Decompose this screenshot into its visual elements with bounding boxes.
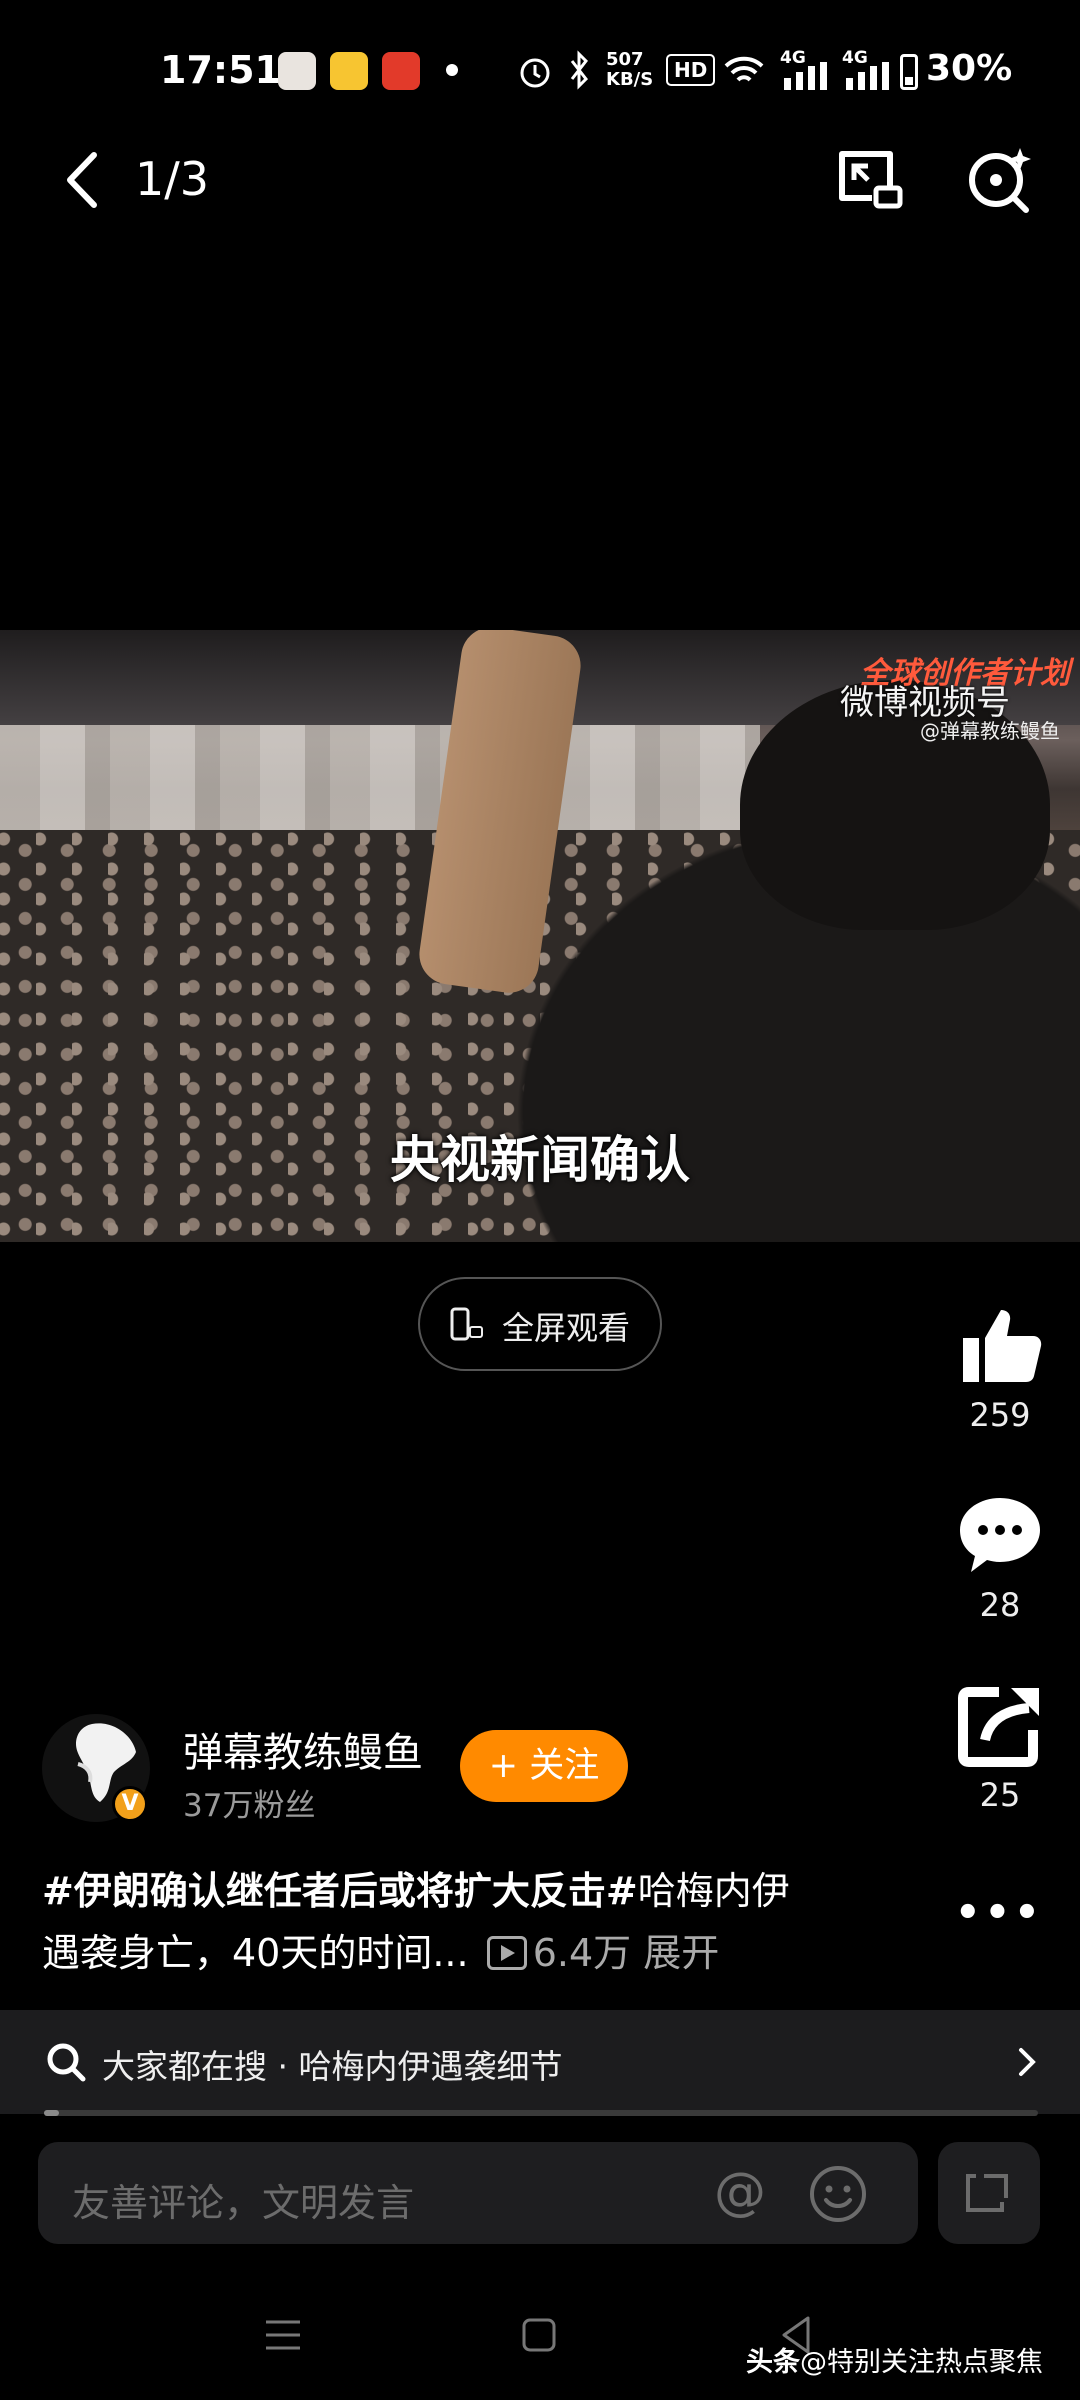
fullscreen-label: 全屏观看	[502, 1309, 631, 1347]
post-description[interactable]: #伊朗确认继任者后或将扩大反击#哈梅内伊遇袭身亡，40天的时间... 6.4万 …	[42, 1860, 822, 1984]
toutiao-watermark: 头条@特别关注热点聚焦	[746, 2340, 1043, 2379]
status-bar: 17:51 507 KB/S HD 4G 4G 30%	[0, 0, 1080, 140]
search-icon	[47, 2043, 86, 2082]
video-watermark-user: @弹幕教练鳗鱼	[920, 719, 1060, 743]
bluetooth-icon	[570, 50, 588, 90]
app-grid-icon	[382, 52, 420, 90]
hd-badge: HD	[666, 54, 716, 86]
follow-button[interactable]: + 关注	[460, 1730, 628, 1802]
comment-input[interactable]: 友善评论，文明发言 @	[38, 2142, 918, 2244]
battery-level: 30%	[926, 48, 1013, 89]
back-icon[interactable]	[50, 145, 120, 215]
comment-button[interactable]: 28	[940, 1490, 1060, 1624]
watermark-handle: @特别关注热点聚焦	[800, 2347, 1043, 2378]
picture-in-picture-icon[interactable]	[830, 140, 910, 220]
author-name[interactable]: 弹幕教练鳗鱼	[183, 1720, 423, 1778]
video-progress-fill	[44, 2110, 59, 2116]
rotate-phone-icon	[450, 1307, 483, 1341]
share-button[interactable]: 25	[940, 1680, 1060, 1814]
signal-icon	[784, 62, 827, 90]
emoji-icon[interactable]	[808, 2164, 868, 2224]
battery-icon	[900, 54, 918, 90]
page-indicator: 1/3	[135, 152, 210, 206]
comment-placeholder: 友善评论，文明发言	[72, 2181, 415, 2225]
alarm-icon	[520, 58, 550, 88]
signal-2-icon	[846, 62, 889, 90]
view-count: 6.4万	[532, 1931, 632, 1975]
status-time: 17:51	[160, 48, 281, 92]
weibo-icon	[330, 52, 368, 90]
hot-search-text: 大家都在搜 · 哈梅内伊遇袭细节	[102, 2047, 563, 2086]
at-mention-icon[interactable]: @	[710, 2164, 770, 2224]
hashtag[interactable]: #伊朗确认继任者后或将扩大反击#	[42, 1869, 638, 1913]
video-progress-bar[interactable]	[44, 2110, 1038, 2116]
comment-count: 28	[979, 1586, 1021, 1624]
like-button[interactable]: 259	[940, 1300, 1060, 1434]
hot-search-bar[interactable]: 大家都在搜 · 哈梅内伊遇袭细节	[0, 2010, 1080, 2114]
play-icon	[486, 1936, 527, 1970]
menu-nav-icon[interactable]	[258, 2310, 308, 2360]
share-count: 25	[979, 1776, 1021, 1814]
expand-icon	[966, 2174, 1008, 2212]
dot-icon	[446, 64, 458, 76]
verified-badge: V	[112, 1786, 148, 1822]
wifi-icon	[724, 56, 764, 82]
thumbs-up-icon	[963, 1310, 1042, 1382]
video-caption: 央视新闻确认	[390, 1130, 690, 1189]
comment-bubble-icon	[960, 1498, 1040, 1572]
app-avatar-icon	[278, 52, 316, 90]
expand-comment-button[interactable]	[938, 2142, 1040, 2244]
magic-search-icon[interactable]	[960, 140, 1040, 220]
network-speed: 507 KB/S	[606, 49, 654, 90]
like-count: 259	[969, 1396, 1031, 1434]
author-fans: 37万粉丝	[183, 1788, 316, 1824]
home-nav-icon[interactable]	[514, 2310, 564, 2360]
video-player[interactable]: 全球创作者计划 微博视频号 @弹幕教练鳗鱼 央视新闻确认	[0, 630, 1080, 1242]
chevron-right-icon	[1019, 2048, 1036, 2076]
more-options-icon[interactable]: •••	[955, 1890, 1044, 1936]
share-icon	[958, 1687, 1039, 1767]
watermark-brand: 头条	[746, 2347, 800, 2378]
expand-link[interactable]: 展开	[643, 1931, 719, 1975]
fullscreen-button[interactable]: 全屏观看	[418, 1277, 662, 1371]
